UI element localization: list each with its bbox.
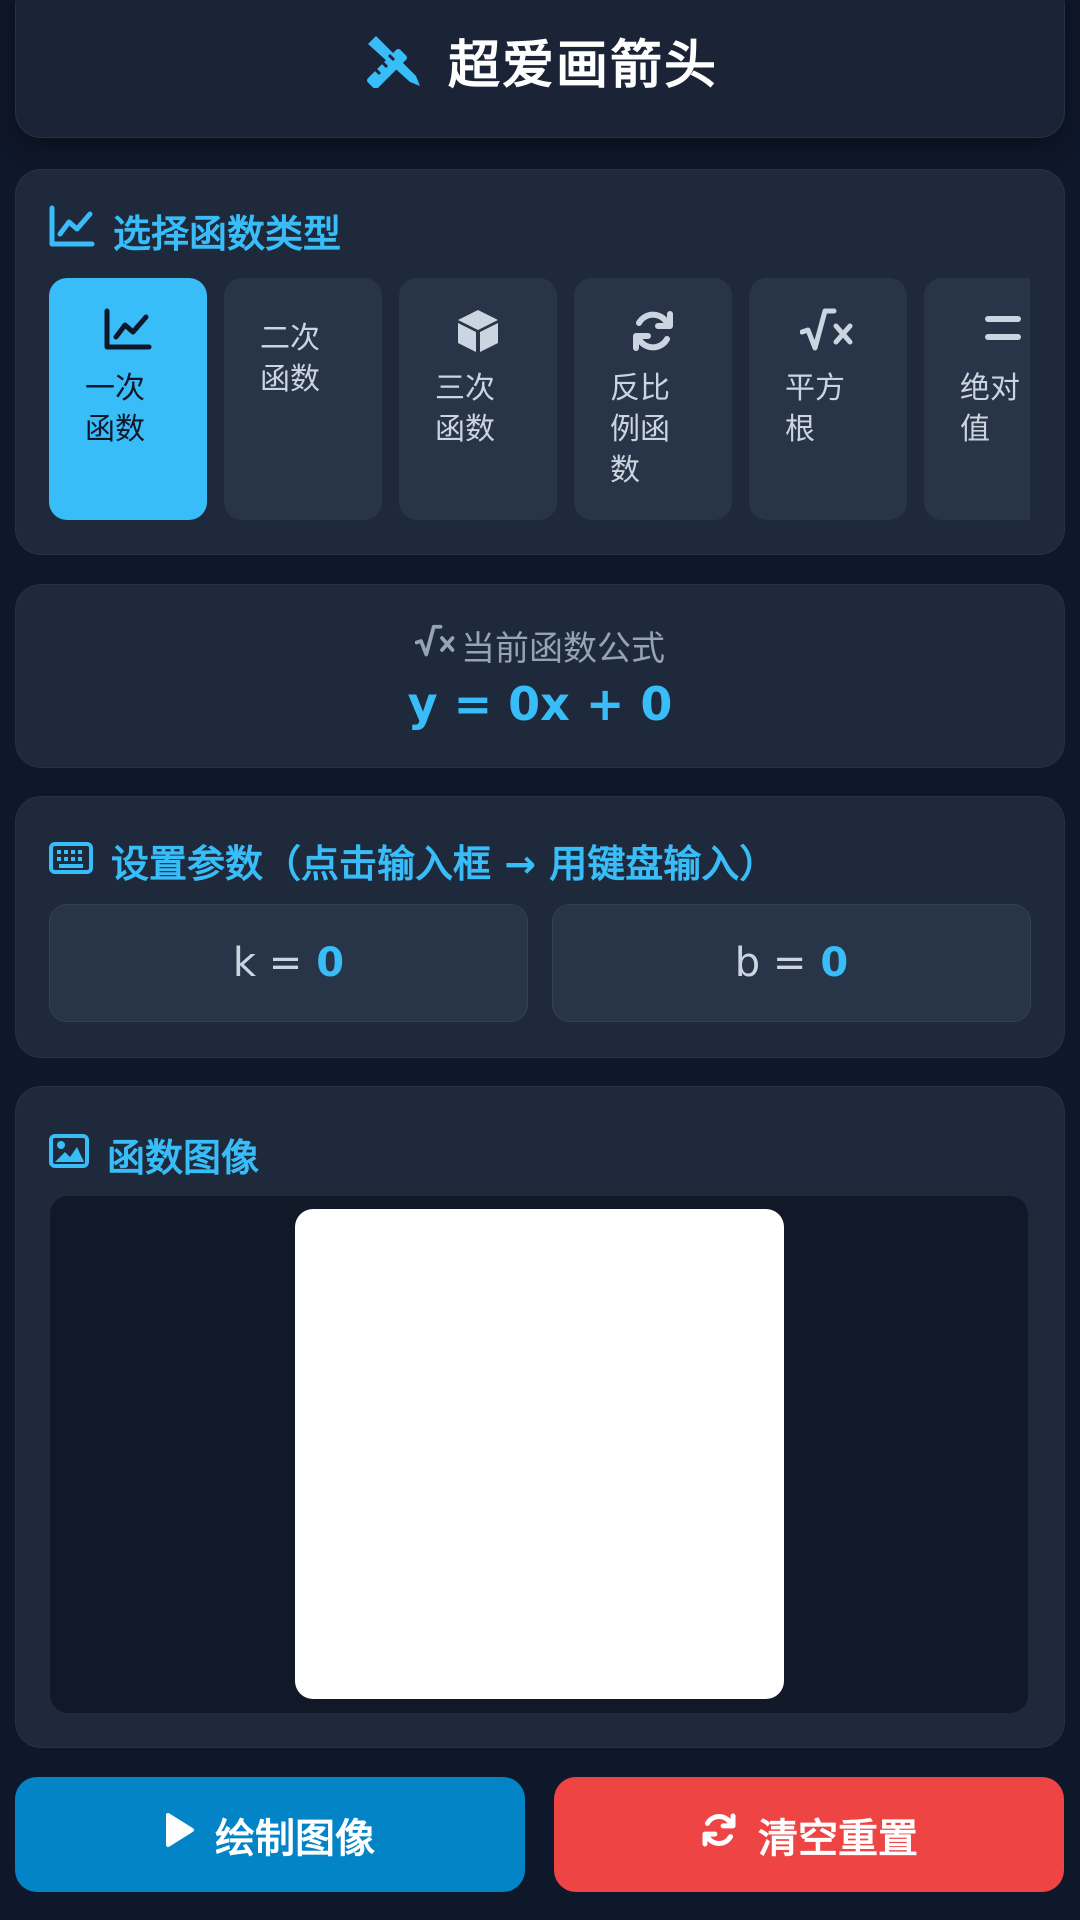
- keyboard-icon: [49, 839, 93, 883]
- type-button-linear[interactable]: 一次函数: [49, 278, 207, 520]
- param-k-input[interactable]: k = 0: [49, 904, 528, 1022]
- param-k-value: 0: [316, 940, 345, 986]
- function-type-scroller[interactable]: 一次函数 二次函数 三次函数 反比例函数 平方根 绝对值: [49, 278, 1030, 522]
- formula-section: 当前函数公式 y = 0x + 0: [15, 584, 1065, 768]
- chart-line-icon: [85, 308, 171, 354]
- draw-button[interactable]: 绘制图像: [15, 1777, 525, 1892]
- pencil-ruler-icon: [362, 30, 422, 92]
- sync-icon: [610, 308, 696, 354]
- type-label: 一次函数: [85, 371, 145, 447]
- type-label: 绝对值: [960, 371, 1020, 447]
- params-section: 设置参数（点击输入框 → 用键盘输入） k = 0 b = 0: [15, 796, 1065, 1058]
- square-root-icon: [785, 308, 871, 354]
- type-button-cubic[interactable]: 三次函数: [399, 278, 557, 520]
- app-title: 超爱画箭头: [447, 36, 718, 96]
- params-heading: 设置参数（点击输入框 → 用键盘输入）: [49, 833, 777, 888]
- square-root-icon: [414, 624, 457, 667]
- play-icon: [165, 1812, 195, 1858]
- cube-icon: [435, 308, 521, 354]
- param-b-label: b =: [734, 940, 807, 986]
- reset-button-label: 清空重置: [758, 1815, 918, 1862]
- reset-button[interactable]: 清空重置: [554, 1777, 1064, 1892]
- app: 超爱画箭头 选择函数类型 一次函数 二次函数 三次函数 反比例函数 平方根 绝对…: [0, 0, 1080, 1920]
- graph-title: 函数图像: [107, 1136, 260, 1180]
- sync-icon: [700, 1811, 738, 1859]
- draw-button-label: 绘制图像: [215, 1815, 375, 1862]
- graph-area: [50, 1196, 1028, 1713]
- type-button-sqrt[interactable]: 平方根: [749, 278, 907, 520]
- function-type-title: 选择函数类型: [113, 212, 342, 256]
- type-label: 平方根: [785, 371, 845, 447]
- type-label: 二次函数: [260, 321, 320, 397]
- type-label: 三次函数: [435, 371, 495, 447]
- type-button-quadratic[interactable]: 二次函数: [224, 278, 382, 520]
- function-type-section: 选择函数类型 一次函数 二次函数 三次函数 反比例函数 平方根 绝对值: [15, 169, 1065, 555]
- type-button-inverse[interactable]: 反比例函数: [574, 278, 732, 520]
- image-icon: [49, 1133, 89, 1177]
- function-type-heading: 选择函数类型: [49, 203, 341, 258]
- formula-label: 当前函数公式: [461, 629, 665, 669]
- type-label: 反比例函数: [610, 371, 670, 488]
- formula-text: y = 0x + 0: [407, 677, 673, 731]
- param-b-value: 0: [820, 940, 849, 986]
- graph-section: 函数图像: [15, 1086, 1065, 1748]
- graph-canvas[interactable]: [295, 1209, 784, 1699]
- graph-heading: 函数图像: [49, 1127, 259, 1182]
- formula-heading: 当前函数公式: [16, 621, 1064, 670]
- params-title: 设置参数（点击输入框 → 用键盘输入）: [111, 842, 778, 886]
- equals-icon: [960, 308, 1030, 354]
- header: 超爱画箭头: [15, 0, 1065, 138]
- chart-line-icon: [49, 205, 95, 256]
- param-b-input[interactable]: b = 0: [552, 904, 1031, 1022]
- param-k-label: k =: [232, 940, 303, 986]
- type-button-absolute[interactable]: 绝对值: [924, 278, 1030, 520]
